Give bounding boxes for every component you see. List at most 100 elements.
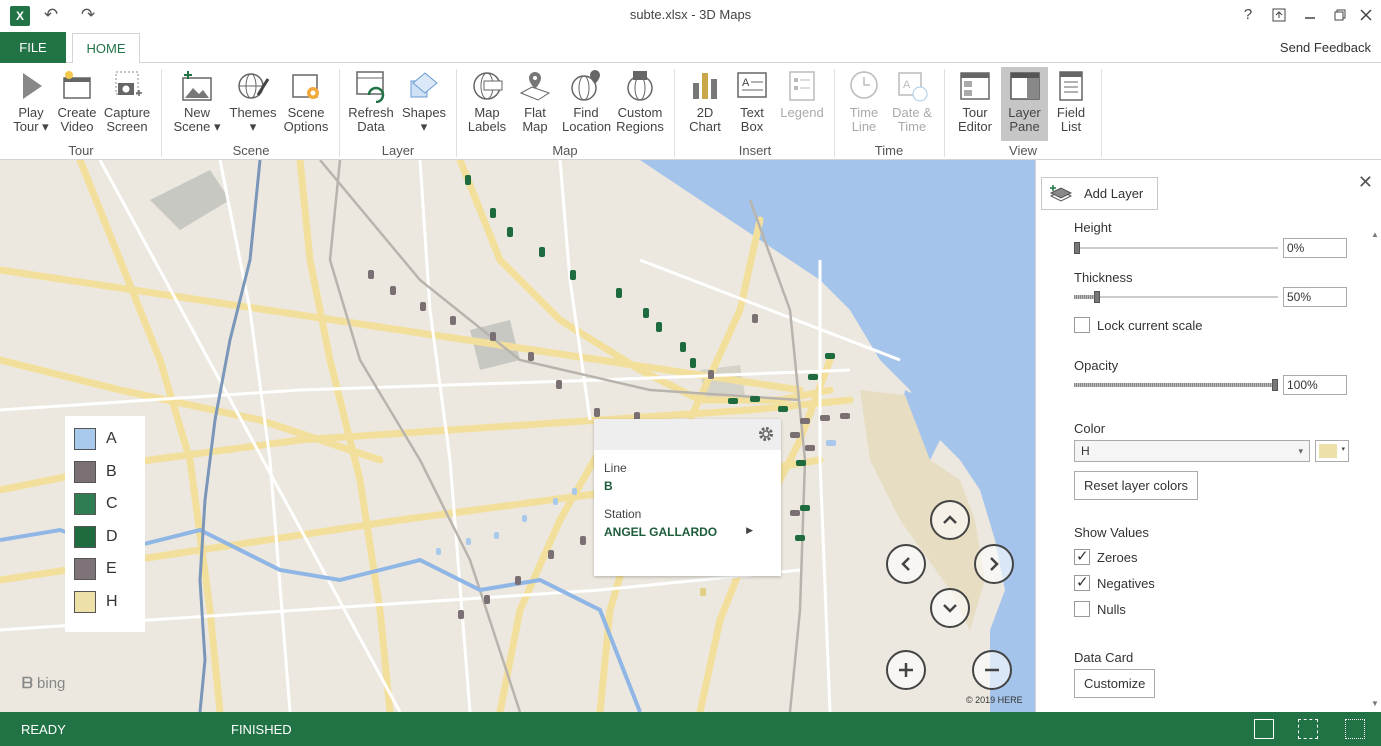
new-scene-button[interactable]: New Scene ▾ bbox=[172, 67, 222, 141]
legend-swatch bbox=[74, 590, 96, 613]
custom-regions-button[interactable]: Custom Regions bbox=[614, 67, 666, 141]
group-label-scene: Scene bbox=[232, 143, 270, 158]
shapes-button[interactable]: Shapes ▾ bbox=[400, 67, 448, 141]
legend-item: C bbox=[74, 493, 145, 526]
title-bar: X ↶ ↷ subte.xlsx - 3D Maps ? bbox=[0, 0, 1381, 32]
plus-icon bbox=[899, 663, 913, 677]
legend-swatch bbox=[74, 428, 96, 450]
pane-scrollbar[interactable]: ▲ ▼ bbox=[1369, 228, 1381, 712]
maximize-icon[interactable] bbox=[1327, 4, 1353, 26]
reset-layer-colors-button[interactable]: Reset layer colors bbox=[1074, 471, 1199, 500]
tilt-down-button[interactable] bbox=[930, 588, 970, 628]
2d-chart-label: 2D Chart bbox=[689, 105, 721, 134]
camera-icon bbox=[115, 71, 142, 96]
fit-screen-icon[interactable] bbox=[1298, 719, 1318, 739]
scene-options-button[interactable]: Scene Options bbox=[282, 67, 330, 141]
thickness-slider[interactable] bbox=[1074, 291, 1278, 303]
height-slider[interactable] bbox=[1074, 242, 1278, 254]
fullscreen-icon[interactable] bbox=[1345, 719, 1365, 739]
add-layer-button[interactable]: Add Layer bbox=[1041, 177, 1158, 210]
layer-pane-button[interactable]: Layer Pane bbox=[1001, 67, 1048, 141]
play-tour-label: Play Tour ▾ bbox=[13, 105, 49, 134]
nulls-checkbox[interactable]: Nulls bbox=[1074, 601, 1126, 617]
field-list-label: Field List bbox=[1056, 105, 1086, 134]
scroll-down-icon[interactable]: ▼ bbox=[1371, 699, 1379, 708]
find-location-button[interactable]: Find Location bbox=[562, 67, 611, 141]
zoom-out-button[interactable] bbox=[972, 650, 1012, 690]
checkbox-box[interactable] bbox=[1074, 317, 1090, 333]
color-series-select[interactable]: H ▾ bbox=[1074, 440, 1310, 462]
svg-text:A: A bbox=[903, 79, 911, 91]
opacity-slider[interactable] bbox=[1074, 379, 1278, 391]
gear-icon[interactable] bbox=[756, 424, 776, 444]
custom-regions-icon bbox=[627, 71, 653, 101]
data-card-field-value: ANGEL GALLARDO bbox=[604, 525, 718, 539]
field-list-button[interactable]: Field List bbox=[1050, 67, 1092, 141]
themes-button[interactable]: Themes ▾ bbox=[228, 67, 278, 141]
globe-label-icon bbox=[473, 72, 503, 100]
zoom-in-button[interactable] bbox=[886, 650, 926, 690]
tab-file[interactable]: FILE bbox=[0, 32, 66, 63]
excel-icon[interactable]: X bbox=[10, 6, 30, 26]
redo-icon[interactable]: ↷ bbox=[77, 4, 99, 26]
map-canvas[interactable]: A B C D E H Line B Station ANGEL GALLARD… bbox=[0, 160, 1035, 712]
color-picker-button[interactable]: ▾ bbox=[1315, 440, 1349, 462]
zeroes-checkbox[interactable]: Zeroes bbox=[1074, 547, 1137, 565]
rotate-left-button[interactable] bbox=[886, 544, 926, 584]
new-scene-icon bbox=[182, 71, 212, 101]
undo-icon[interactable]: ↶ bbox=[40, 4, 62, 26]
layer-pane-icon bbox=[1009, 72, 1040, 100]
rotate-right-button[interactable] bbox=[974, 544, 1014, 584]
lock-scale-checkbox[interactable]: Lock current scale bbox=[1074, 317, 1203, 333]
refresh-data-button[interactable]: Refresh Data bbox=[347, 67, 395, 141]
thickness-input[interactable]: 50% bbox=[1283, 287, 1347, 307]
play-tour-button[interactable]: Play Tour ▾ bbox=[8, 67, 54, 141]
group-label-time: Time bbox=[874, 143, 904, 158]
flat-map-button[interactable]: Flat Map bbox=[513, 67, 557, 141]
date-time-button[interactable]: A Date & Time bbox=[889, 67, 935, 141]
chevron-down-icon: ▾ bbox=[1341, 446, 1345, 453]
show-values-label: Show Values bbox=[1074, 525, 1149, 540]
close-pane-icon[interactable]: ✕ bbox=[1358, 172, 1373, 193]
chevron-up-icon bbox=[943, 515, 957, 524]
tab-home[interactable]: HOME bbox=[72, 33, 140, 64]
date-time-label: Date & Time bbox=[892, 105, 932, 134]
negatives-label: Negatives bbox=[1097, 575, 1155, 591]
create-video-button[interactable]: Create Video bbox=[54, 67, 100, 141]
opacity-input[interactable]: 100% bbox=[1283, 375, 1347, 395]
negatives-checkbox[interactable]: Negatives bbox=[1074, 573, 1155, 591]
screenshot-icon[interactable] bbox=[1254, 719, 1274, 739]
legend-item: H bbox=[74, 590, 145, 624]
send-feedback-link[interactable]: Send Feedback bbox=[1280, 40, 1371, 55]
text-box-button[interactable]: A Text Box bbox=[731, 67, 773, 141]
data-card-label: Data Card bbox=[1074, 650, 1134, 665]
scroll-up-icon[interactable]: ▲ bbox=[1371, 230, 1379, 239]
height-input[interactable]: 0% bbox=[1283, 238, 1347, 258]
customize-button[interactable]: Customize bbox=[1074, 669, 1156, 698]
checkbox-box[interactable] bbox=[1074, 601, 1090, 617]
data-card-field-label: Station bbox=[604, 507, 642, 521]
legend-button[interactable]: Legend bbox=[778, 67, 826, 141]
help-icon[interactable]: ? bbox=[1235, 4, 1261, 26]
tour-editor-button[interactable]: Tour Editor bbox=[953, 67, 997, 141]
next-arrow-icon[interactable]: ▶ bbox=[746, 525, 753, 536]
group-label-map: Map bbox=[552, 143, 578, 158]
2d-chart-button[interactable]: 2D Chart bbox=[684, 67, 726, 141]
capture-screen-button[interactable]: Capture Screen bbox=[102, 67, 152, 141]
close-icon[interactable] bbox=[1353, 4, 1379, 26]
map-labels-button[interactable]: Map Labels bbox=[464, 67, 510, 141]
scene-options-label: Scene Options bbox=[283, 105, 329, 134]
refresh-data-icon bbox=[356, 71, 385, 103]
flat-map-icon bbox=[519, 72, 551, 101]
time-line-button[interactable]: Time Line bbox=[843, 67, 885, 141]
data-card[interactable]: Line B Station ANGEL GALLARDO ▶ bbox=[594, 419, 781, 576]
checkbox-box[interactable] bbox=[1074, 547, 1090, 565]
color-series-value: H bbox=[1081, 444, 1090, 458]
checkbox-box[interactable] bbox=[1074, 573, 1090, 591]
separator bbox=[834, 69, 835, 157]
ribbon: Play Tour ▾ Create Video Capture Screen … bbox=[0, 63, 1381, 160]
restore-down-icon[interactable] bbox=[1266, 4, 1292, 26]
tilt-up-button[interactable] bbox=[930, 500, 970, 540]
map-legend[interactable]: A B C D E H bbox=[65, 416, 145, 632]
minimize-icon[interactable] bbox=[1297, 4, 1323, 26]
